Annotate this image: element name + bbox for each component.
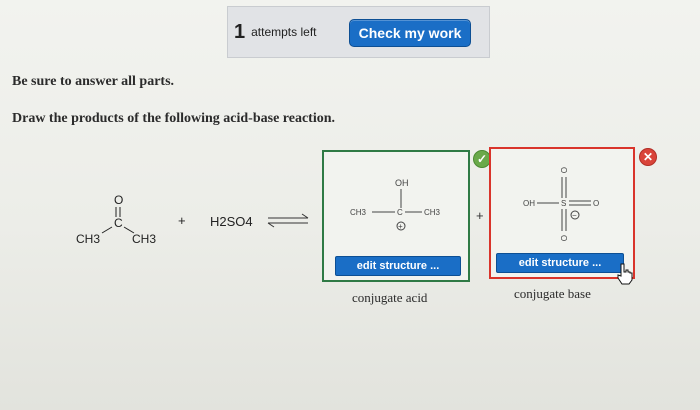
- carbonyl-carbon-label: C: [114, 216, 123, 230]
- attempts-count: 1: [234, 20, 246, 43]
- hand-cursor-icon: [617, 263, 633, 285]
- reactant-plus-sign: +: [178, 213, 186, 228]
- conjugate-base-structure: O OH S O − O: [523, 167, 599, 241]
- products-plus-sign: +: [476, 208, 484, 223]
- equilibrium-arrow-reverse-head: [267, 222, 275, 228]
- right-oxygen-label: O: [593, 199, 599, 208]
- reaction-equation: O C CH3 CH3 + H2SO4: [76, 193, 309, 246]
- top-oxygen-label: O: [559, 167, 568, 173]
- methyl-left-label: CH3: [76, 232, 100, 246]
- check-my-work-button[interactable]: Check my work: [349, 19, 471, 47]
- equilibrium-arrow-forward-head: [301, 213, 309, 219]
- instruction-answer-all: Be sure to answer all parts.: [12, 74, 175, 89]
- central-carbon-label: C: [397, 208, 403, 217]
- carbonyl-oxygen-label: O: [114, 193, 123, 207]
- methyl-right-label: CH3: [132, 232, 156, 246]
- close-icon[interactable]: ✕: [639, 148, 657, 166]
- attempts-label: attempts left: [251, 25, 317, 39]
- conjugate-acid-structure: OH CH3 C CH3 +: [350, 178, 441, 231]
- conjugate-acid-caption: conjugate acid: [352, 290, 428, 305]
- attempts-counter: 1 attempts left: [234, 12, 334, 52]
- methyl-right-label: CH3: [424, 208, 441, 217]
- hydroxyl-label: OH: [523, 199, 535, 208]
- edit-structure-acid-button[interactable]: edit structure ...: [335, 256, 461, 276]
- methyl-left-label: CH3: [350, 208, 367, 217]
- instruction-question: Draw the products of the following acid-…: [12, 111, 336, 126]
- conjugate-base-caption: conjugate base: [514, 286, 591, 301]
- hydroxyl-label: OH: [395, 178, 409, 188]
- sulfur-label: S: [561, 199, 566, 208]
- bottom-oxygen-label: O: [559, 235, 568, 241]
- edit-structure-base-button[interactable]: edit structure ...: [496, 253, 624, 273]
- sulfuric-acid-label: H2SO4: [210, 214, 253, 229]
- positive-charge-sign: +: [398, 222, 403, 231]
- negative-charge-sign: −: [572, 211, 577, 220]
- bond-c-ch3-left: [101, 226, 113, 234]
